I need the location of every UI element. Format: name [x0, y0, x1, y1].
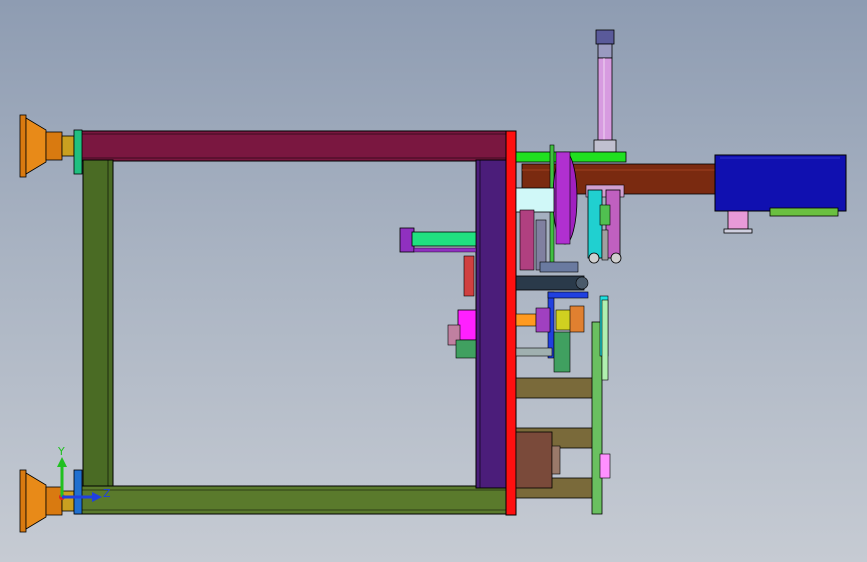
frame-left-post	[82, 159, 114, 489]
frame-right-post	[475, 159, 507, 489]
triad-y-arrow	[57, 457, 67, 467]
red-mounting-plate	[505, 130, 517, 516]
frame	[74, 130, 517, 516]
leveling-foot-bottom	[19, 469, 83, 533]
machine-assembly-model[interactable]: Y Z	[0, 0, 867, 562]
triad-y-label: Y	[57, 445, 65, 458]
green-side-plate	[591, 295, 611, 515]
triad-z-label: Z	[103, 487, 111, 500]
frame-top-beam	[79, 130, 511, 162]
leveling-foot-top	[19, 114, 83, 178]
vertical-cylinder	[593, 29, 617, 153]
cad-3d-viewport[interactable]: Y Z	[0, 0, 867, 562]
guide-rods	[515, 377, 595, 499]
motor-box	[714, 154, 847, 234]
